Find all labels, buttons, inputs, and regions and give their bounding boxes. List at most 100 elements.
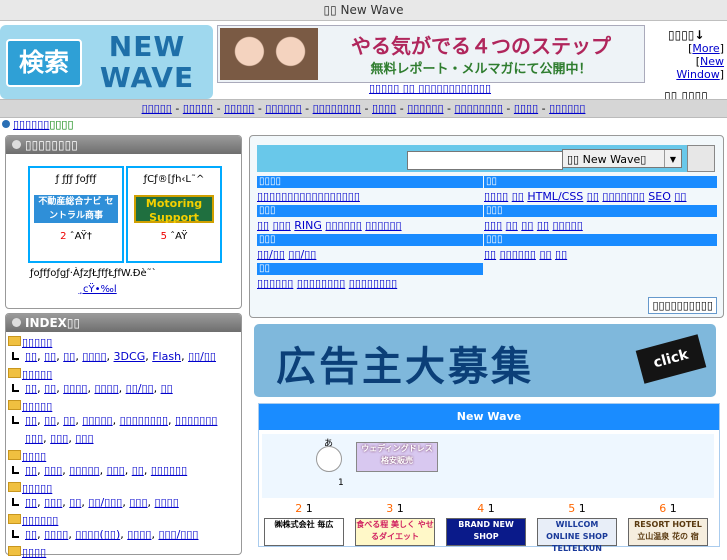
index-subcategory-link[interactable]: ▯▯▯▯ xyxy=(44,528,68,541)
index-subcategory-link[interactable]: ▯▯▯ xyxy=(129,496,147,509)
search-input[interactable] xyxy=(407,151,563,170)
new-window-link[interactable]: New Window xyxy=(676,55,724,81)
rank-banner-image[interactable]: ㈱株式会社 毎広 xyxy=(264,518,344,546)
index-subcategory-link[interactable]: ▯▯ xyxy=(69,496,81,509)
index-subcategory-link[interactable]: ▯▯/▯▯ xyxy=(126,382,154,395)
index-subcategory-link[interactable]: ▯▯ xyxy=(63,350,75,363)
banner-link-a[interactable]: ▯▯▯▯▯ ▯▯ ▯▯ xyxy=(369,82,430,95)
index-subcategory-link[interactable]: ▯▯▯ xyxy=(44,496,62,509)
directory-heading[interactable]: ▯▯▯ xyxy=(257,234,483,246)
index-subcategory-link[interactable]: ▯▯▯ xyxy=(75,432,93,445)
nav-link[interactable]: ▯▯▯▯▯▯ xyxy=(265,102,301,115)
index-subcategory-link[interactable]: ▯▯▯ xyxy=(25,432,43,445)
index-subcategory-link[interactable]: ▯▯▯▯ xyxy=(127,528,151,541)
featured-cell[interactable]: ƒ ƒƒƒ ƒoƒfƒ 不動産総合ナビ セントラル商事 2 ˆAŸ† xyxy=(28,166,124,263)
index-subcategory-link[interactable]: ▯▯▯▯▯▯ xyxy=(151,464,187,477)
search-button[interactable] xyxy=(687,145,715,172)
directory-heading[interactable]: ▯▯ xyxy=(257,263,483,275)
index-subcategory-link[interactable]: ▯▯/▯▯▯ xyxy=(88,496,122,509)
directory-heading[interactable]: ▯▯▯▯ xyxy=(257,176,483,188)
index-category-link[interactable]: ▯▯▯▯▯ xyxy=(22,336,52,349)
index-subcategory-link[interactable]: ▯▯/▯▯ xyxy=(188,350,216,363)
directory-heading[interactable]: ▯▯▯ xyxy=(484,234,717,246)
index-subcategory-link[interactable]: ▯▯ xyxy=(25,382,37,395)
index-category-link[interactable]: ▯▯▯▯ xyxy=(22,546,46,559)
directory-link[interactable]: RING xyxy=(294,219,322,232)
nav-link[interactable]: ▯▯▯▯▯ xyxy=(224,102,254,115)
index-subcategory-link[interactable]: ▯▯ xyxy=(161,382,173,395)
directory-link[interactable]: ▯▯ xyxy=(555,248,567,261)
directory-link[interactable]: ▯▯ xyxy=(539,248,551,261)
mascot-icon[interactable] xyxy=(316,446,342,472)
rank-banner-image[interactable]: WILLCOM ONLINE SHOP TELTELKUN xyxy=(537,518,617,553)
directory-link[interactable]: SEO xyxy=(648,190,671,203)
directory-link[interactable]: ▯▯▯▯▯▯▯▯▯▯▯▯▯▯▯▯▯ xyxy=(257,190,360,203)
directory-link[interactable]: ▯▯ xyxy=(506,219,518,232)
rank-banner-image[interactable]: RESORT HOTEL 立山温泉 花の 宿 xyxy=(628,518,708,546)
directory-heading[interactable]: ▯▯ xyxy=(484,176,717,188)
directory-link[interactable]: ▯▯▯▯▯ xyxy=(553,219,583,232)
index-subcategory-link[interactable]: Flash xyxy=(152,350,181,363)
index-category-link[interactable]: ▯▯▯▯▯▯ xyxy=(22,514,58,527)
index-category-link[interactable]: ▯▯▯▯▯ xyxy=(22,482,52,495)
directory-link[interactable]: ▯▯ xyxy=(484,248,496,261)
banner-link-b[interactable]: ▯▯▯▯▯▯▯▯▯▯ xyxy=(430,82,491,95)
directory-more-button[interactable]: ▯▯▯▯▯▯▯▯▯▯ xyxy=(648,297,717,314)
directory-link[interactable]: ▯▯ xyxy=(257,219,269,232)
directory-link[interactable]: ▯▯ xyxy=(512,190,524,203)
index-subcategory-link[interactable]: ▯▯ xyxy=(44,350,56,363)
nav-link[interactable]: ▯▯▯▯▯▯ xyxy=(407,102,443,115)
directory-link[interactable]: ▯▯ xyxy=(537,219,549,232)
index-subcategory-link[interactable]: ▯▯▯/▯▯▯ xyxy=(158,528,198,541)
directory-link[interactable]: ▯▯▯▯▯▯ xyxy=(500,248,536,261)
directory-link[interactable]: ▯▯▯▯▯▯▯ xyxy=(602,190,644,203)
index-category-link[interactable]: ▯▯▯▯ xyxy=(22,450,46,463)
directory-link[interactable]: ▯▯▯▯▯▯▯▯ xyxy=(297,277,345,290)
index-subcategory-link[interactable]: ▯▯ xyxy=(132,464,144,477)
index-subcategory-link[interactable]: ▯▯ xyxy=(63,414,75,427)
index-subcategory-link[interactable]: ▯▯▯ xyxy=(44,464,62,477)
index-subcategory-link[interactable]: 3DCG xyxy=(114,350,146,363)
directory-link[interactable]: ▯▯▯▯▯▯ xyxy=(257,277,293,290)
index-subcategory-link[interactable]: ▯▯▯▯ xyxy=(94,382,118,395)
nav-link[interactable]: ▯▯▯▯▯▯▯▯ xyxy=(455,102,503,115)
index-subcategory-link[interactable]: ▯▯▯▯(▯▯) xyxy=(75,528,120,541)
index-subcategory-link[interactable]: ▯▯▯▯▯ xyxy=(69,464,99,477)
rank-banner-image[interactable]: BRAND NEW SHOP xyxy=(446,518,526,546)
nav-link[interactable]: ▯▯▯▯▯ xyxy=(142,102,172,115)
directory-link[interactable]: ▯▯/▯▯ xyxy=(288,248,316,261)
search-scope-select[interactable]: ▯▯ New Wave▯ ▼ xyxy=(562,149,682,168)
directory-link[interactable]: ▯▯▯▯▯▯ xyxy=(325,219,361,232)
index-subcategory-link[interactable]: ▯▯▯▯▯ xyxy=(82,414,112,427)
index-subcategory-link[interactable]: ▯▯ xyxy=(25,414,37,427)
nav-link[interactable]: ▯▯▯▯▯ xyxy=(183,102,213,115)
directory-link[interactable]: ▯▯▯▯ xyxy=(484,190,508,203)
index-category-link[interactable]: ▯▯▯▯▯ xyxy=(22,368,52,381)
directory-link[interactable]: ▯▯ xyxy=(521,219,533,232)
nav-link[interactable]: ▯▯▯▯ xyxy=(514,102,538,115)
directory-link[interactable]: ▯▯ xyxy=(587,190,599,203)
rank-banner-image[interactable]: 食べる程 美しく やせるダイエット xyxy=(355,518,435,546)
index-subcategory-link[interactable]: ▯▯▯ xyxy=(50,432,68,445)
featured-cell[interactable]: ƒCƒ®[ƒh‹L˜^ Motoring Support 5 ˆAŸ xyxy=(126,166,222,263)
index-subcategory-link[interactable]: ▯▯▯▯▯▯▯ xyxy=(175,414,217,427)
directory-link[interactable]: ▯▯/▯▯ xyxy=(257,248,285,261)
directory-link[interactable]: ▯▯▯▯▯▯▯▯ xyxy=(349,277,397,290)
directory-link[interactable]: HTML/CSS xyxy=(527,190,583,203)
site-logo[interactable]: 検索 NEW WAVE xyxy=(0,25,213,99)
breadcrumb-link[interactable]: ▯▯▯▯▯▯ xyxy=(13,118,49,131)
featured-footer-link[interactable]: ¸cŸ•‰l xyxy=(78,284,117,295)
dress-ad-image[interactable]: ウェディングドレス 格安販売 xyxy=(356,442,438,472)
top-banner-ad[interactable]: やる気がでる４つのステップ 無料レポート・メルマガにて公開中！ xyxy=(217,25,645,83)
nav-link[interactable]: ▯▯▯▯▯▯ xyxy=(549,102,585,115)
directory-heading[interactable]: ▯▯▯ xyxy=(484,205,717,217)
directory-link[interactable]: ▯▯▯▯▯▯ xyxy=(365,219,401,232)
index-subcategory-link[interactable]: ▯▯▯ xyxy=(107,464,125,477)
index-subcategory-link[interactable]: ▯▯ xyxy=(25,350,37,363)
index-subcategory-link[interactable]: ▯▯ xyxy=(44,382,56,395)
advertiser-wanted-banner[interactable]: 広告主大募集 click xyxy=(254,324,716,397)
directory-link[interactable]: ▯▯ xyxy=(674,190,686,203)
directory-heading[interactable]: ▯▯▯ xyxy=(257,205,483,217)
index-subcategory-link[interactable]: ▯▯▯▯▯▯▯▯ xyxy=(120,414,168,427)
nav-link[interactable]: ▯▯▯▯▯▯▯▯ xyxy=(313,102,361,115)
